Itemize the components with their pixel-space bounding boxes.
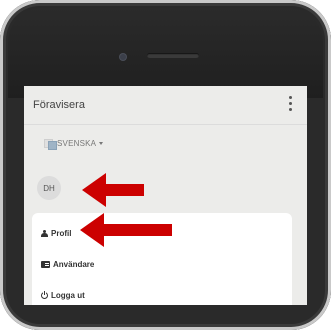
menu-item-label: Logga ut — [51, 291, 85, 300]
language-selector[interactable]: SVENSKA — [44, 139, 104, 150]
language-label: SVENSKA — [57, 139, 97, 148]
annotation-arrow-profil — [80, 213, 172, 247]
menu-item-anvandare[interactable]: Användare — [41, 260, 94, 269]
power-icon — [41, 291, 48, 299]
menu-item-logga-ut[interactable]: Logga ut — [41, 291, 85, 300]
camera-icon — [120, 54, 126, 60]
caret-down-icon — [99, 142, 104, 145]
avatar-initials: DH — [43, 183, 55, 193]
flag-icon — [44, 139, 57, 150]
more-vertical-icon[interactable] — [289, 96, 293, 114]
annotation-arrow-avatar — [82, 173, 144, 207]
phone-top-bezel — [8, 8, 323, 98]
id-card-icon — [41, 261, 50, 268]
menu-item-label: Profil — [51, 229, 72, 238]
app-header: Föravisera — [24, 86, 307, 125]
avatar[interactable]: DH — [37, 176, 61, 200]
menu-item-profil[interactable]: Profil — [41, 229, 71, 238]
menu-item-label: Användare — [53, 260, 95, 269]
user-icon — [41, 230, 48, 237]
app-title: Föravisera — [33, 99, 85, 111]
speaker-grille — [147, 53, 199, 58]
phone-screen: Föravisera SVENSKA DH Profil Användare L… — [24, 86, 307, 305]
